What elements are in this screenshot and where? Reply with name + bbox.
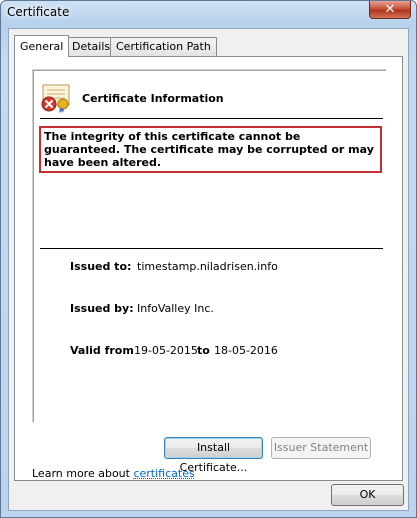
tab-general[interactable]: General — [14, 35, 70, 57]
tab-general-label: General — [20, 40, 64, 53]
install-certificate-button[interactable]: Install Certificate... — [164, 437, 263, 474]
tab-details[interactable]: Details — [66, 37, 117, 56]
close-icon: ✕ — [384, 2, 396, 17]
window-title: Certificate — [7, 5, 70, 19]
general-tab-panel: Certificate Information The integrity of… — [14, 56, 403, 481]
issued-to-value: timestamp.niladrisen.info — [137, 260, 278, 273]
valid-from-value: 19-05-2015 — [134, 344, 198, 357]
ok-button[interactable]: OK — [331, 484, 404, 506]
issued-by-value: InfoValley Inc. — [137, 302, 214, 315]
dialog-client-area: General Details Certification Path Certi… — [8, 28, 409, 511]
certificates-link[interactable]: certificates — [133, 467, 194, 480]
certificate-error-icon — [41, 84, 70, 113]
tab-details-label: Details — [72, 40, 111, 53]
learn-more-prefix: Learn more about — [32, 467, 134, 480]
heading-divider — [40, 118, 383, 119]
details-divider — [40, 248, 383, 249]
valid-to-value: 18-05-2016 — [214, 344, 278, 357]
issued-by-label: Issued by: — [70, 302, 134, 315]
tab-certification-path-label: Certification Path — [116, 40, 211, 53]
tab-certification-path[interactable]: Certification Path — [110, 37, 217, 56]
certificate-dialog: Certificate ✕ General Details Certificat… — [0, 0, 417, 518]
learn-more-text: Learn more about certificates — [32, 467, 195, 480]
issuer-statement-button[interactable]: Issuer Statement — [271, 437, 371, 459]
close-button[interactable]: ✕ — [369, 1, 411, 19]
certificate-information-heading: Certificate Information — [82, 92, 224, 105]
issued-to-label: Issued to: — [70, 260, 132, 273]
certificate-information-box: Certificate Information The integrity of… — [32, 69, 387, 423]
valid-from-label: Valid from — [70, 344, 134, 357]
integrity-warning-message: The integrity of this certificate cannot… — [39, 126, 382, 173]
valid-to-label: to — [197, 344, 210, 357]
